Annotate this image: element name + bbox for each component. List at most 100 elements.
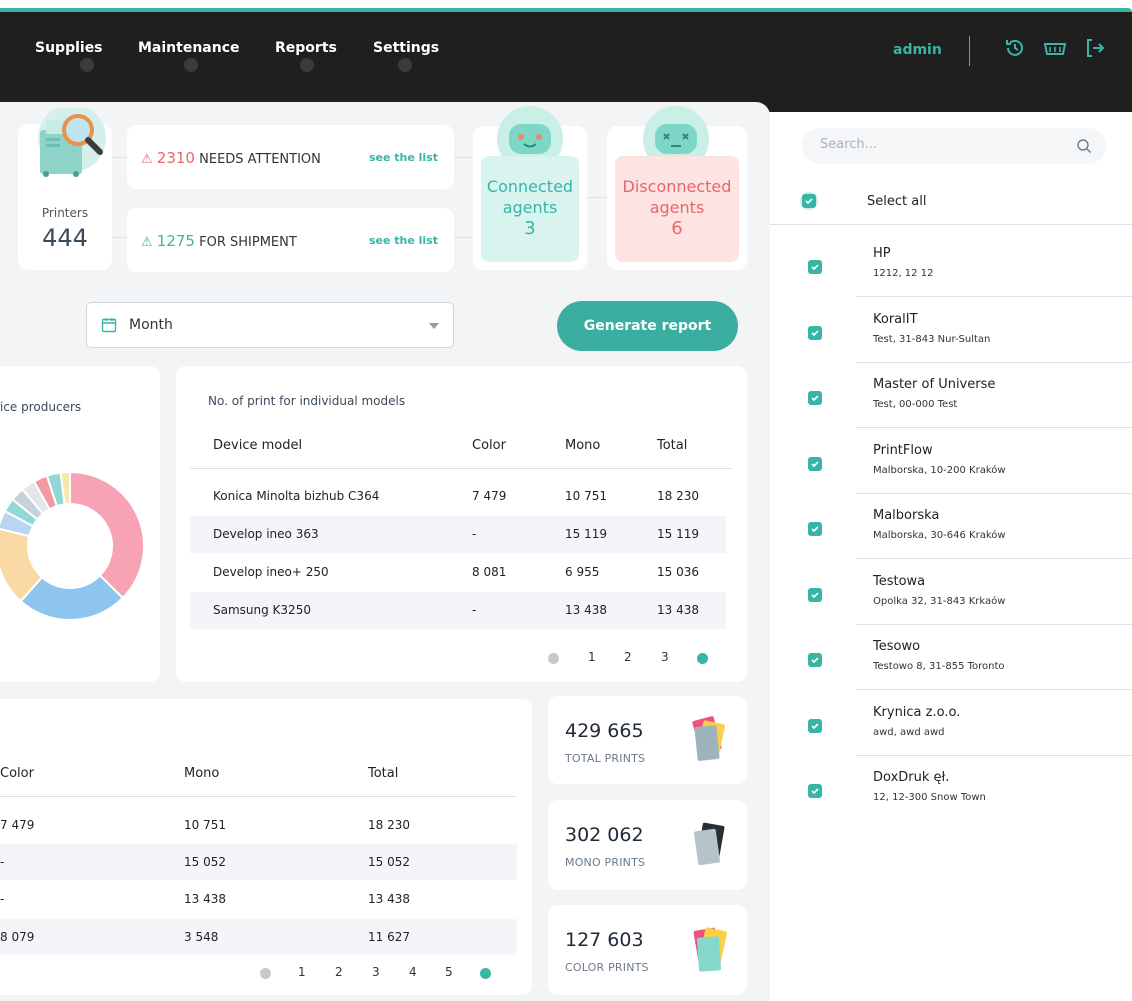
table-row[interactable]: - 13 438 13 438 [0, 881, 517, 917]
nav-reports[interactable]: Reports [275, 40, 337, 56]
table-row[interactable]: Konica Minolta bizhub C364 7 479 10 751 … [190, 478, 726, 515]
client-item[interactable]: Master of Universe Test, 00-000 Test [770, 363, 1132, 428]
attention-see-list-link[interactable]: see the list [369, 151, 438, 164]
logout-icon[interactable] [1083, 36, 1107, 60]
generate-report-button[interactable]: Generate report [557, 301, 738, 351]
client-checkbox[interactable] [808, 653, 822, 667]
printers-label: Printers [41, 206, 89, 220]
col-header-color: Color [0, 766, 34, 781]
page-4[interactable]: 4 [409, 965, 417, 979]
shipment-see-list-link[interactable]: see the list [369, 234, 438, 247]
client-checkbox[interactable] [808, 587, 822, 602]
col-header-total: Total [657, 438, 688, 453]
connected-agents-card[interactable]: Connected agents 3 [473, 106, 587, 270]
nav-maintenance[interactable]: Maintenance [138, 40, 240, 56]
pager-prev-icon[interactable] [548, 653, 559, 664]
client-item[interactable]: Tesowo Testowo 8, 31-855 Toronto [770, 625, 1132, 690]
pager-next-icon[interactable] [480, 968, 491, 979]
table-row[interactable]: Develop ineo 363 - 15 119 15 119 [190, 516, 726, 553]
client-name: HP [873, 246, 891, 261]
period-select[interactable]: Month [86, 302, 454, 348]
search-input[interactable] [820, 137, 1060, 152]
connected-agents-box: Connected agents 3 [481, 156, 579, 262]
calendar-icon [101, 318, 117, 333]
client-item[interactable]: Malborska Malborska, 30-646 Kraków [770, 494, 1132, 559]
client-sidebar: Select all HP 1212, 12 12 KoralIT Test, 31-… [770, 112, 1132, 1001]
client-name: Malborska [873, 508, 940, 523]
page-3[interactable]: 3 [372, 965, 380, 979]
producers-donut-chart [0, 470, 145, 621]
client-address: Testowo 8, 31-855 Toronto [873, 661, 1005, 672]
page-1[interactable]: 1 [298, 965, 306, 979]
producers-chart-card: ice producers [0, 366, 160, 682]
dashboard-main: Printers 444 ⚠ 2310 NEEDS ATTENTION see … [0, 102, 770, 1001]
client-address: Opolka 32, 31-843 Krkaów [873, 595, 1006, 607]
client-item[interactable]: Testowa Opolka 32, 31-843 Krkaów [770, 560, 1132, 625]
printers-count: 444 [42, 224, 88, 252]
page-3[interactable]: 3 [661, 650, 669, 664]
client-name: PrintFlow [873, 442, 933, 458]
select-all-checkbox[interactable] [802, 194, 816, 208]
bottom-table-card: Color Mono Total 7 479 10 751 18 230 - 1… [0, 699, 532, 995]
color-prints-label: COLOR PRINTS [565, 961, 649, 974]
disconnected-agents-card[interactable]: Disconnected agents 6 [607, 106, 747, 270]
table-divider [190, 468, 732, 469]
client-item[interactable]: HP 1212, 12 12 [770, 232, 1132, 297]
mono-prints-card: 302 062 MONO PRINTS [548, 800, 747, 890]
col-header-color: Color [472, 438, 506, 453]
attention-card: ⚠ 2310 NEEDS ATTENTION see the list [127, 125, 454, 189]
client-checkbox[interactable] [808, 718, 822, 733]
client-item[interactable]: DoxDruk ęł. 12, 12-300 Snow Town [770, 756, 1132, 821]
select-all-divider [770, 224, 1132, 225]
search-box[interactable] [802, 128, 1106, 164]
basket-icon[interactable] [1043, 36, 1067, 60]
period-select-value: Month [129, 317, 173, 333]
nav-settings[interactable]: Settings [373, 40, 439, 56]
client-name: KoralIT [873, 311, 918, 327]
shipment-label: FOR SHIPMENT [199, 235, 297, 250]
history-icon[interactable] [1003, 36, 1027, 60]
col-header-mono: Mono [565, 438, 601, 453]
printers-card[interactable]: Printers 444 [18, 108, 112, 270]
pager-next-icon[interactable] [697, 653, 708, 664]
nav-dot [300, 58, 314, 72]
nav-dot [184, 58, 198, 72]
client-checkbox[interactable] [808, 784, 822, 798]
total-prints-label: TOTAL PRINTS [565, 752, 646, 765]
client-item[interactable]: PrintFlow Malborska, 10-200 Kraków [770, 429, 1132, 494]
table-row[interactable]: 8 079 3 548 11 627 [0, 919, 517, 955]
table-row[interactable]: Samsung K3250 - 13 438 13 438 [190, 592, 726, 629]
table-row[interactable]: Develop ineo+ 250 8 081 6 955 15 036 [190, 554, 726, 591]
search-icon[interactable] [1076, 138, 1092, 154]
client-address: 1212, 12 12 [873, 268, 934, 279]
client-item[interactable]: Krynica z.o.o. awd, awd awd [770, 691, 1132, 756]
page-5[interactable]: 5 [445, 965, 453, 979]
client-checkbox[interactable] [808, 260, 822, 274]
col-header-mono: Mono [184, 766, 220, 781]
client-address: 12, 12-300 Snow Town [873, 792, 986, 803]
client-name: Tesowo [873, 639, 921, 654]
pager-prev-icon[interactable] [260, 968, 271, 979]
table-row[interactable]: 7 479 10 751 18 230 [0, 807, 517, 843]
page-2[interactable]: 2 [624, 650, 632, 664]
client-checkbox[interactable] [808, 391, 822, 405]
table-row[interactable]: - 15 052 15 052 [0, 844, 517, 880]
client-checkbox[interactable] [808, 325, 822, 340]
warning-icon: ⚠ [141, 235, 153, 250]
client-checkbox[interactable] [808, 456, 822, 471]
select-all-label[interactable]: Select all [867, 194, 926, 209]
chevron-down-icon [429, 323, 439, 329]
models-table-card: No. of print for individual models Devic… [176, 366, 747, 682]
connected-agents-count: 3 [524, 218, 536, 239]
page-2[interactable]: 2 [335, 965, 343, 979]
client-checkbox[interactable] [808, 522, 822, 536]
user-name[interactable]: admin [893, 42, 942, 58]
mono-prints-label: MONO PRINTS [565, 856, 646, 869]
client-item[interactable]: KoralIT Test, 31-843 Nur-Sultan [770, 298, 1132, 363]
top-accent-bar [0, 0, 1132, 12]
nav-supplies[interactable]: Supplies [35, 40, 103, 56]
page-1[interactable]: 1 [588, 650, 596, 664]
client-address: awd, awd awd [873, 726, 945, 738]
col-header-total: Total [368, 766, 399, 781]
color-prints-value: 127 603 [565, 929, 644, 951]
